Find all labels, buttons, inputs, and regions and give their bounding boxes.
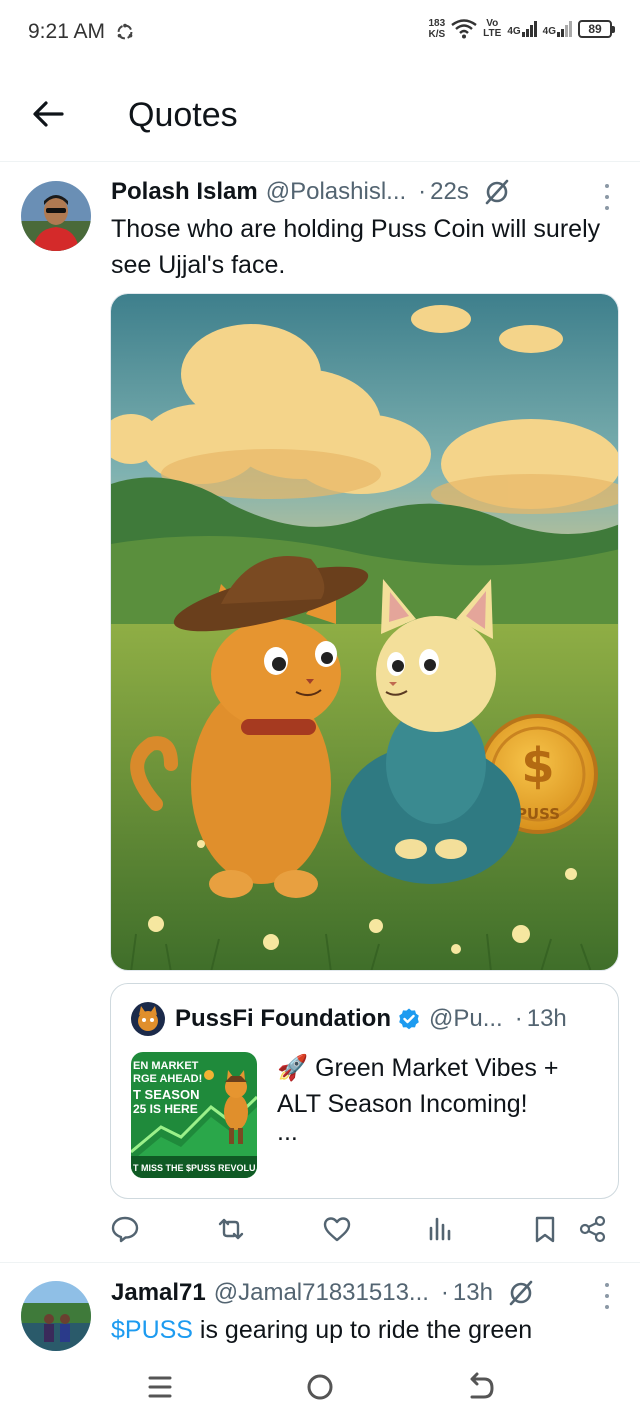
quoted-author-name[interactable]: PussFi Foundation [175,1005,391,1033]
quoted-avatar[interactable] [131,1002,165,1036]
volte-bottom: LTE [483,28,502,39]
thumb-line-3: T SEASON [133,1087,199,1102]
author-handle[interactable]: @Jamal71831513... [214,1279,429,1307]
tweet[interactable]: Polash Islam @Polashisl... · 22s Those w… [0,164,640,1262]
page-title: Quotes [128,96,238,134]
system-nav-bar [0,1352,640,1422]
tweet-time[interactable]: 13h [453,1279,493,1307]
quoted-tweet-ellipsis: ... [277,1118,298,1146]
tweet-header: Polash Islam @Polashisl... · 22s [111,178,511,206]
signal-sim1: 4G [507,21,537,37]
views-icon[interactable] [425,1214,455,1244]
tweet-text-rest: is gearing up to ride the green [192,1316,533,1344]
speed-unit: K/S [428,29,446,40]
avatar[interactable] [21,1281,91,1351]
avatar[interactable] [21,181,91,251]
grok-icon[interactable] [507,1279,535,1307]
separator-dot: · [440,1279,449,1306]
thumb-line-4: 25 IS HERE [133,1102,198,1116]
more-options-icon[interactable] [602,184,612,210]
grok-icon[interactable] [483,178,511,206]
signal-bars-icon [521,21,537,37]
thumb-line-1: EN MARKET [133,1060,199,1072]
quoted-tweet-header: PussFi Foundation @Pu... · 13h [131,1002,567,1036]
tweet-media[interactable]: $ PUSS [110,293,619,971]
home-icon[interactable] [300,1370,340,1404]
thumb-footer: T MISS THE $PUSS REVOLU [133,1163,256,1173]
separator-dot: · [418,178,427,205]
coin-symbol: $ [521,738,554,794]
tweet-text: Those who are holding Puss Coin will sur… [111,215,601,279]
quoted-tweet[interactable]: PussFi Foundation @Pu... · 13h EN MARKET… [110,983,619,1199]
like-icon[interactable] [322,1214,352,1244]
volte-indicator: Vo LTE [483,19,501,39]
arrow-left-icon[interactable] [28,94,68,134]
battery-icon: 89 [578,20,615,38]
quoted-author-handle[interactable]: @Pu... [429,1005,503,1033]
tweet-header: Jamal71 @Jamal71831513... · 13h [111,1279,535,1307]
author-name[interactable]: Polash Islam [111,178,258,206]
author-name[interactable]: Jamal71 [111,1279,206,1307]
bookmark-icon[interactable] [530,1214,560,1244]
verified-badge-icon [399,1008,419,1030]
quoted-tweet-thumbnail[interactable]: EN MARKET RGE AHEAD! T SEASON 25 IS HERE… [131,1052,257,1178]
status-time: 9:21 AM [28,20,106,43]
net2-label: 4G [542,26,556,37]
retweet-icon[interactable] [216,1214,246,1244]
tweet-time[interactable]: 22s [430,178,469,206]
network-speed: 183 K/S [428,18,445,40]
tweet-text: $PUSS is gearing up to ride the green [111,1312,601,1348]
signal-sim2: 4G [543,21,572,37]
tweet-action-bar [110,1212,610,1252]
separator-dot: · [514,1005,523,1032]
cashtag-link[interactable]: $PUSS [111,1316,193,1344]
top-bar: Quotes [0,64,640,162]
more-options-icon[interactable] [602,1283,612,1309]
share-icon[interactable] [578,1214,608,1244]
status-icons: 183 K/S Vo LTE 4G 4G 89 [428,18,615,40]
reply-icon[interactable] [110,1214,140,1244]
sync-icon [117,23,133,40]
speed-value: 183 [428,18,446,29]
back-icon[interactable] [460,1370,500,1404]
coin-label: PUSS [516,805,560,823]
wifi-icon [451,19,477,39]
recents-icon[interactable] [140,1370,180,1404]
thumb-line-2: RGE AHEAD! [133,1073,202,1085]
author-handle[interactable]: @Polashisl... [266,178,406,206]
quoted-tweet-text: 🚀 Green Market Vibes + ALT Season Incomi… [277,1054,559,1118]
signal-bars-icon [557,21,572,37]
tweet[interactable]: Jamal71 @Jamal71831513... · 13h $PUSS is… [0,1263,640,1353]
net1-label: 4G [507,26,521,37]
quoted-tweet-time: 13h [526,1005,567,1032]
status-bar: 9:21 AM 183 K/S Vo LTE 4G 4G 89 [0,0,640,64]
